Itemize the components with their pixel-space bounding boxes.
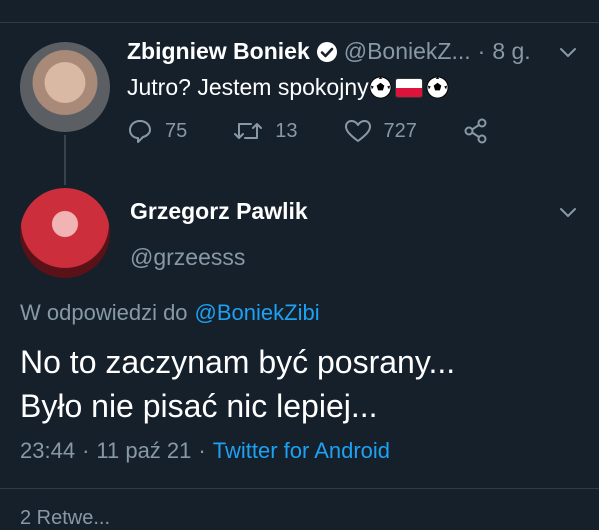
avatar-zbigniew-boniek[interactable] bbox=[20, 42, 110, 132]
tweet2-meta: 23:44 · 11 paź 21 · Twitter for Android bbox=[20, 438, 390, 464]
tweet2-handle[interactable]: @grzeesss bbox=[130, 244, 245, 271]
reply-button[interactable]: 75 bbox=[127, 118, 187, 144]
tweet2-date: 11 paź 21 bbox=[96, 438, 192, 463]
avatar-grzegorz-pawlik[interactable] bbox=[20, 188, 110, 278]
tweet1-text: Jutro? Jestem spokojny bbox=[127, 74, 369, 100]
retweet-count: 13 bbox=[275, 119, 298, 142]
verified-badge-icon bbox=[316, 41, 338, 63]
chevron-down-icon[interactable] bbox=[557, 41, 579, 63]
tweet1-header: Zbigniew Boniek @BoniekZ... · 8 g. bbox=[127, 38, 531, 65]
reply-handle-link[interactable]: @BoniekZibi bbox=[195, 300, 320, 326]
tweet1-actions: 75 13 727 bbox=[127, 118, 547, 144]
heart-icon bbox=[344, 120, 371, 142]
tweet2-text-line1: No to zaczynam być posrany... bbox=[20, 344, 456, 380]
bottom-divider bbox=[0, 488, 599, 489]
tweet2-handle-row: @grzeesss bbox=[130, 244, 245, 271]
tweet1-text-row: Jutro? Jestem spokojny bbox=[127, 74, 449, 101]
retweet-button[interactable]: 13 bbox=[233, 118, 298, 144]
tweet2-author-row: Grzegorz Pawlik bbox=[130, 198, 308, 225]
thread-connector bbox=[64, 135, 66, 185]
tweet1-time[interactable]: 8 g. bbox=[492, 38, 530, 65]
soccer-ball-icon bbox=[426, 76, 449, 99]
soccer-ball-icon bbox=[369, 76, 392, 99]
retweet-icon bbox=[234, 123, 263, 139]
reply-prefix: W odpowiedzi do bbox=[20, 300, 188, 325]
reply-count: 75 bbox=[165, 119, 188, 142]
tweet2-separator: · bbox=[82, 438, 90, 463]
top-divider bbox=[0, 22, 599, 23]
tweet2-separator: · bbox=[198, 438, 206, 463]
tweet1-author-name[interactable]: Zbigniew Boniek bbox=[127, 38, 310, 65]
tweet1-handle[interactable]: @BoniekZ... bbox=[344, 38, 471, 65]
share-icon bbox=[464, 118, 487, 144]
tweet2-author-name[interactable]: Grzegorz Pawlik bbox=[130, 198, 308, 225]
like-button[interactable]: 727 bbox=[344, 118, 417, 144]
tweet2-time: 23:44 bbox=[20, 438, 76, 463]
poland-flag-icon bbox=[394, 77, 423, 98]
like-count: 727 bbox=[383, 119, 417, 142]
tweet1-separator: · bbox=[477, 38, 486, 64]
tweet2-client-link[interactable]: Twitter for Android bbox=[213, 438, 390, 464]
share-button[interactable] bbox=[463, 118, 501, 144]
tweet2-text: No to zaczynam być posrany... Było nie p… bbox=[20, 340, 455, 428]
chevron-down-icon[interactable] bbox=[557, 201, 579, 223]
replying-to: W odpowiedzi do @BoniekZibi bbox=[20, 300, 320, 326]
tweet2-text-line2: Było nie pisać nic lepiej... bbox=[20, 388, 378, 424]
reply-icon bbox=[129, 120, 151, 143]
